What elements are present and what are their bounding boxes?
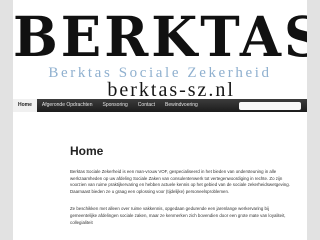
nav-item-sponsoring[interactable]: Sponsoring: [98, 99, 133, 112]
second-paragraph: Ze beschikken met alleen over ruime vakk…: [70, 206, 286, 225]
main-content: Home Berktas Sociale Zekerheid is een ma…: [70, 112, 290, 240]
nav-item-bewindvoering[interactable]: Bewindvoering: [160, 99, 203, 112]
nav-item-contact[interactable]: Contact: [133, 99, 160, 112]
main-navigation: Home Afgeronde Opdrachten Sponsoring Con…: [13, 99, 307, 112]
nav-item-home[interactable]: Home: [13, 99, 37, 112]
site-domain: berktas-sz.nl: [107, 81, 235, 100]
site-tagline: Berktas Sociale Zekerheid: [48, 65, 272, 81]
search-input[interactable]: [239, 101, 301, 110]
site-logo[interactable]: BERKTASZ: [13, 7, 307, 68]
logo-text: BERKTAS: [13, 6, 307, 68]
page: BERKTASZ Berktas Sociale Zekerheid berkt…: [13, 0, 307, 240]
nav-item-afgeronde-opdrachten[interactable]: Afgeronde Opdrachten: [37, 99, 98, 112]
intro-paragraph: Berktas Sociale Zekerheid is een man-vro…: [70, 169, 290, 194]
page-title: Home: [70, 144, 104, 158]
